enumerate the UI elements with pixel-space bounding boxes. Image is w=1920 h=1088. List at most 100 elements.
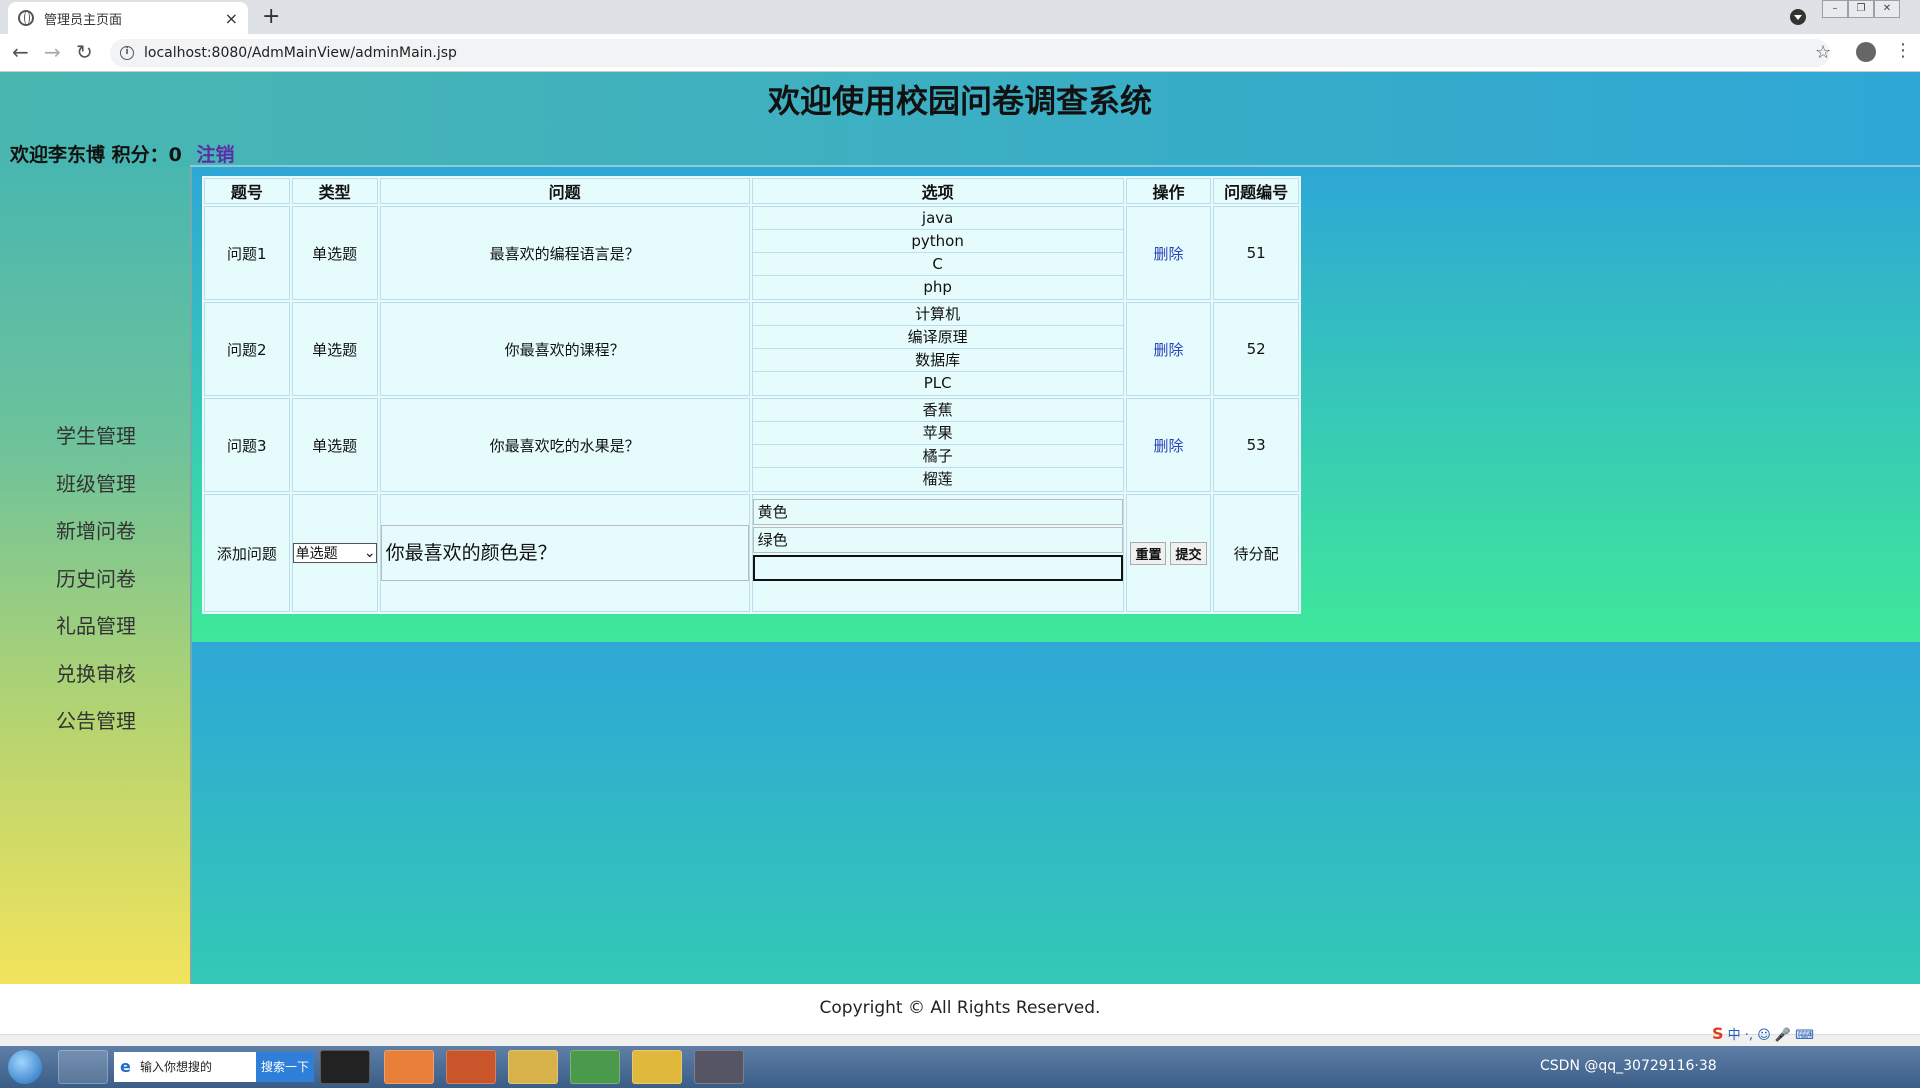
- question-type-select[interactable]: 单选题 ⌄: [292, 543, 377, 563]
- minimize-button[interactable]: –: [1822, 0, 1848, 18]
- column-header: 题号: [204, 178, 290, 204]
- logout-link[interactable]: 注销: [196, 144, 234, 166]
- reload-icon[interactable]: ↻: [76, 40, 93, 64]
- option-item: java: [752, 207, 1123, 230]
- option-item: 香蕉: [752, 399, 1123, 422]
- close-window-button[interactable]: ✕: [1874, 0, 1900, 18]
- table-row: 问题3 单选题 你最喜欢吃的水果是？ 香蕉 苹果 橘子 榴莲 删除 53: [204, 398, 1299, 492]
- page-body: 欢迎使用校园问卷调查系统 欢迎李东博 积分：0 注销 学生管理 班级管理 新增问…: [0, 72, 1920, 984]
- sidebar-item-exchange-review[interactable]: 兑换审核: [56, 658, 136, 706]
- question-type: 单选题: [291, 206, 378, 300]
- question-input[interactable]: 你最喜欢的颜色是？: [380, 525, 749, 581]
- options-cell: 香蕉 苹果 橘子 榴莲: [751, 398, 1124, 492]
- tab-title: 管理员主页面: [44, 12, 123, 28]
- delete-link[interactable]: 删除: [1153, 245, 1183, 263]
- question-number: 问题1: [204, 206, 290, 300]
- tab-close-icon[interactable]: ×: [225, 9, 238, 28]
- sidebar-item-history-survey[interactable]: 历史问卷: [56, 563, 136, 611]
- firefox-icon[interactable]: [446, 1050, 496, 1084]
- option-item: 橘子: [752, 445, 1123, 468]
- option-item: 榴莲: [922, 470, 953, 488]
- column-header: 类型: [291, 178, 378, 204]
- address-bar[interactable]: i localhost:8080/AdmMainView/adminMain.j…: [110, 39, 1830, 67]
- delete-link[interactable]: 删除: [1153, 437, 1183, 455]
- question-id-pending: 待分配: [1213, 494, 1299, 612]
- table-row: 问题2 单选题 你最喜欢的课程？ 计算机 编译原理 数据库 PLC 删除 52: [204, 302, 1299, 396]
- forward-icon[interactable]: →: [44, 40, 61, 64]
- question-type: 单选题: [291, 302, 378, 396]
- chrome-icon[interactable]: [570, 1050, 620, 1084]
- question-table: 题号 类型 问题 选项 操作 问题编号 问题1 单选题 最喜欢的编程语言是？ j…: [202, 176, 1301, 614]
- app-icon[interactable]: [694, 1050, 744, 1084]
- browser-menu-icon[interactable]: ⋮: [1894, 40, 1912, 61]
- question-text: 你最喜欢的课程？: [379, 302, 750, 396]
- column-header: 选项: [751, 178, 1124, 204]
- question-text: 最喜欢的编程语言是？: [379, 206, 750, 300]
- reset-button[interactable]: 重置: [1130, 541, 1167, 565]
- app-icon[interactable]: [384, 1050, 434, 1084]
- tab-search-icon[interactable]: [1790, 9, 1806, 25]
- option-item: 编译原理: [752, 326, 1123, 349]
- option-item: python: [752, 230, 1123, 253]
- question-type: 单选题: [291, 398, 378, 492]
- column-header: 问题: [379, 178, 750, 204]
- windows-taskbar: e 输入你想搜的 搜索一下 CSDN @qq_30729116·38: [0, 1046, 1920, 1088]
- copyright-text: Copyright © All Rights Reserved.: [819, 998, 1101, 1018]
- taskbar-search-input[interactable]: e 输入你想搜的: [114, 1052, 256, 1082]
- option-item: 苹果: [752, 422, 1123, 445]
- new-tab-button[interactable]: +: [262, 4, 280, 29]
- profile-avatar-icon[interactable]: [1856, 42, 1876, 62]
- ime-toolbar: S 中 ·, ☺ 🎤 ⌨: [1712, 1024, 1814, 1043]
- welcome-bar: 欢迎李东博 积分：0 注销: [10, 140, 234, 167]
- intellij-icon[interactable]: [320, 1050, 370, 1084]
- browser-tab[interactable]: 管理员主页面 ×: [8, 2, 248, 34]
- sidebar: 学生管理 班级管理 新增问卷 历史问卷 礼品管理 兑换审核 公告管理: [0, 167, 192, 984]
- sidebar-item-student[interactable]: 学生管理: [56, 420, 136, 468]
- table-header-row: 题号 类型 问题 选项 操作 问题编号: [204, 178, 1299, 204]
- question-id: 53: [1213, 398, 1299, 492]
- ime-status[interactable]: 中 ·, ☺ 🎤 ⌨: [1728, 1028, 1814, 1043]
- option-input[interactable]: 绿色: [752, 527, 1123, 553]
- add-question-row: 添加问题 单选题 ⌄ 你最喜欢的颜色是？ 黄色 绿色 重置 提交 待分配: [204, 494, 1299, 612]
- footer: Copyright © All Rights Reserved.: [0, 984, 1920, 1034]
- content-lower-area: [192, 642, 1920, 984]
- option-item: php: [923, 278, 952, 296]
- question-id: 51: [1213, 206, 1299, 300]
- app-launcher-icon[interactable]: [58, 1050, 108, 1084]
- ie-icon: e: [120, 1057, 131, 1076]
- question-text: 你最喜欢吃的水果是？: [379, 398, 750, 492]
- site-info-icon[interactable]: i: [120, 46, 134, 60]
- column-header: 问题编号: [1213, 178, 1299, 204]
- browser-toolbar: ← → ↻ i localhost:8080/AdmMainView/admin…: [0, 34, 1920, 72]
- options-cell: 计算机 编译原理 数据库 PLC: [751, 302, 1124, 396]
- option-input[interactable]: 黄色: [752, 499, 1123, 525]
- chevron-down-icon: ⌄: [363, 545, 376, 561]
- welcome-text: 欢迎李东博 积分：0: [10, 144, 182, 166]
- globe-icon: [18, 10, 34, 26]
- sogou-ime-icon[interactable]: S: [1712, 1024, 1724, 1043]
- question-number: 问题3: [204, 398, 290, 492]
- app-icon[interactable]: [632, 1050, 682, 1084]
- file-explorer-icon[interactable]: [508, 1050, 558, 1084]
- submit-button[interactable]: 提交: [1170, 541, 1207, 565]
- question-id: 52: [1213, 302, 1299, 396]
- start-button-icon[interactable]: [8, 1050, 42, 1084]
- taskbar-search-button[interactable]: 搜索一下: [256, 1052, 314, 1082]
- system-tray: CSDN @qq_30729116·38: [1540, 1058, 1717, 1074]
- page-title: 欢迎使用校园问卷调查系统: [767, 82, 1152, 120]
- sidebar-item-new-survey[interactable]: 新增问卷: [56, 515, 136, 563]
- delete-link[interactable]: 删除: [1153, 341, 1183, 359]
- horizontal-scrollbar[interactable]: [0, 1034, 1920, 1046]
- browser-tab-bar: 管理员主页面 × + – ❐ ✕: [0, 0, 1920, 34]
- question-type-selected: 单选题: [295, 546, 338, 562]
- bookmark-star-icon[interactable]: ☆: [1815, 42, 1831, 63]
- back-icon[interactable]: ←: [12, 40, 29, 64]
- sidebar-item-notice[interactable]: 公告管理: [56, 705, 136, 753]
- taskbar-search-placeholder: 输入你想搜的: [140, 1060, 213, 1074]
- option-input-active[interactable]: [752, 555, 1123, 581]
- option-item: 计算机: [752, 303, 1123, 326]
- restore-button[interactable]: ❐: [1848, 0, 1874, 18]
- option-item: 数据库: [752, 349, 1123, 372]
- sidebar-item-class[interactable]: 班级管理: [56, 468, 136, 516]
- sidebar-item-gift[interactable]: 礼品管理: [56, 610, 136, 658]
